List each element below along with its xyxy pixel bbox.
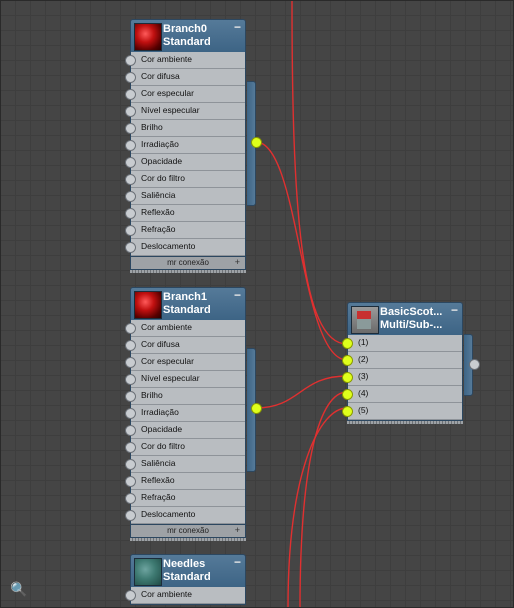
minimize-icon[interactable]: − xyxy=(234,556,241,568)
slot-irradiacao[interactable]: Irradiação xyxy=(125,405,245,422)
node-resize-edge xyxy=(130,538,246,541)
slot-nivel-especular[interactable]: Nível especular xyxy=(125,103,245,120)
slot-reflexao[interactable]: Reflexão xyxy=(125,205,245,222)
input-port[interactable] xyxy=(125,459,136,470)
slot-cor-ambiente[interactable]: Cor ambiente xyxy=(125,320,245,337)
node-title: Branch0 Standard xyxy=(163,23,211,48)
slot-submaterial-5[interactable]: (5) xyxy=(342,403,462,420)
node-resize-edge xyxy=(130,270,246,273)
slot-irradiacao[interactable]: Irradiação xyxy=(125,137,245,154)
input-port[interactable] xyxy=(125,55,136,66)
input-port[interactable] xyxy=(125,391,136,402)
slot-reflexao[interactable]: Reflexão xyxy=(125,473,245,490)
material-thumbnail xyxy=(351,306,379,334)
slot-saliencia[interactable]: Saliência xyxy=(125,188,245,205)
slot-submaterial-1[interactable]: (1) xyxy=(342,335,462,352)
slot-cor-ambiente[interactable]: Cor ambiente xyxy=(125,52,245,69)
input-port[interactable] xyxy=(125,340,136,351)
input-port[interactable] xyxy=(125,191,136,202)
slot-list: Cor ambiente Cor difusa Cor especular Ní… xyxy=(125,320,246,525)
slot-submaterial-4[interactable]: (4) xyxy=(342,386,462,403)
node-title: BasicScot... Multi/Sub-... xyxy=(380,306,443,331)
node-resize-edge xyxy=(347,421,463,424)
mr-connection-rollout[interactable]: mr conexão + xyxy=(130,257,246,270)
input-port[interactable] xyxy=(125,123,136,134)
input-port[interactable] xyxy=(125,89,136,100)
input-port[interactable] xyxy=(125,174,136,185)
input-port[interactable] xyxy=(125,72,136,83)
wire-branch1-to-slot3 xyxy=(255,375,348,409)
material-thumbnail xyxy=(134,558,162,586)
wire-branch0-to-slot2 xyxy=(255,141,348,361)
node-branch1-header[interactable]: Branch1 Standard − xyxy=(130,287,246,320)
wire-bottom-to-slot5 xyxy=(287,407,348,608)
slot-cor-do-filtro[interactable]: Cor do filtro xyxy=(125,171,245,188)
input-port[interactable] xyxy=(125,476,136,487)
slot-cor-ambiente[interactable]: Cor ambiente xyxy=(125,587,245,604)
slot-saliencia[interactable]: Saliência xyxy=(125,456,245,473)
input-port[interactable] xyxy=(125,242,136,253)
input-port[interactable] xyxy=(125,408,136,419)
wire-top-to-slot1 xyxy=(291,0,348,345)
slot-opacidade[interactable]: Opacidade xyxy=(125,154,245,171)
input-port[interactable] xyxy=(125,357,136,368)
input-port[interactable] xyxy=(125,106,136,117)
minimize-icon[interactable]: − xyxy=(234,21,241,33)
branch0-output-port[interactable] xyxy=(251,137,262,148)
node-title: Needles Standard xyxy=(163,558,211,583)
expand-plus-icon[interactable]: + xyxy=(235,257,240,268)
input-port-connected[interactable] xyxy=(342,372,353,383)
slot-refracao[interactable]: Refração xyxy=(125,490,245,507)
slot-cor-do-filtro[interactable]: Cor do filtro xyxy=(125,439,245,456)
slot-refracao[interactable]: Refração xyxy=(125,222,245,239)
slot-cor-difusa[interactable]: Cor difusa xyxy=(125,69,245,86)
slot-cor-especular[interactable]: Cor especular xyxy=(125,86,245,103)
slot-deslocamento[interactable]: Deslocamento xyxy=(125,507,245,524)
material-thumbnail xyxy=(134,23,162,51)
slot-opacidade[interactable]: Opacidade xyxy=(125,422,245,439)
node-needles[interactable]: Needles Standard − Cor ambiente xyxy=(125,554,246,605)
material-thumbnail xyxy=(134,291,162,319)
input-port[interactable] xyxy=(125,425,136,436)
slot-brilho[interactable]: Brilho xyxy=(125,120,245,137)
slot-nivel-especular[interactable]: Nível especular xyxy=(125,371,245,388)
node-needles-header[interactable]: Needles Standard − xyxy=(130,554,246,587)
input-port-connected[interactable] xyxy=(342,338,353,349)
input-port[interactable] xyxy=(125,225,136,236)
basicscot-output-port[interactable] xyxy=(469,359,480,370)
slot-cor-difusa[interactable]: Cor difusa xyxy=(125,337,245,354)
node-branch0-header[interactable]: Branch0 Standard − xyxy=(130,19,246,52)
branch1-output-port[interactable] xyxy=(251,403,262,414)
input-port[interactable] xyxy=(125,590,136,601)
input-port-connected[interactable] xyxy=(342,355,353,366)
input-port[interactable] xyxy=(125,140,136,151)
slot-list: Cor ambiente xyxy=(125,587,246,605)
node-basicscot-multisub[interactable]: BasicScot... Multi/Sub-... − (1) (2) (3)… xyxy=(342,302,463,424)
binoculars-icon[interactable]: 🔍 xyxy=(10,581,27,598)
slot-cor-especular[interactable]: Cor especular xyxy=(125,354,245,371)
slot-deslocamento[interactable]: Deslocamento xyxy=(125,239,245,256)
mr-connection-rollout[interactable]: mr conexão + xyxy=(130,525,246,538)
input-port-connected[interactable] xyxy=(342,389,353,400)
slot-list: (1) (2) (3) (4) (5) xyxy=(342,335,463,421)
input-port[interactable] xyxy=(125,323,136,334)
slot-list: Cor ambiente Cor difusa Cor especular Ní… xyxy=(125,52,246,257)
input-port[interactable] xyxy=(125,157,136,168)
node-basicscot-header[interactable]: BasicScot... Multi/Sub-... − xyxy=(347,302,463,335)
expand-plus-icon[interactable]: + xyxy=(235,525,240,536)
input-port[interactable] xyxy=(125,374,136,385)
input-port[interactable] xyxy=(125,208,136,219)
slot-brilho[interactable]: Brilho xyxy=(125,388,245,405)
node-title: Branch1 Standard xyxy=(163,291,211,316)
node-branch0[interactable]: Branch0 Standard − Cor ambiente Cor difu… xyxy=(125,19,246,273)
minimize-icon[interactable]: − xyxy=(234,289,241,301)
slot-submaterial-3[interactable]: (3) xyxy=(342,369,462,386)
node-branch1[interactable]: Branch1 Standard − Cor ambiente Cor difu… xyxy=(125,287,246,541)
input-port-connected[interactable] xyxy=(342,406,353,417)
minimize-icon[interactable]: − xyxy=(451,304,458,316)
input-port[interactable] xyxy=(125,510,136,521)
input-port[interactable] xyxy=(125,493,136,504)
slot-submaterial-2[interactable]: (2) xyxy=(342,352,462,369)
input-port[interactable] xyxy=(125,442,136,453)
